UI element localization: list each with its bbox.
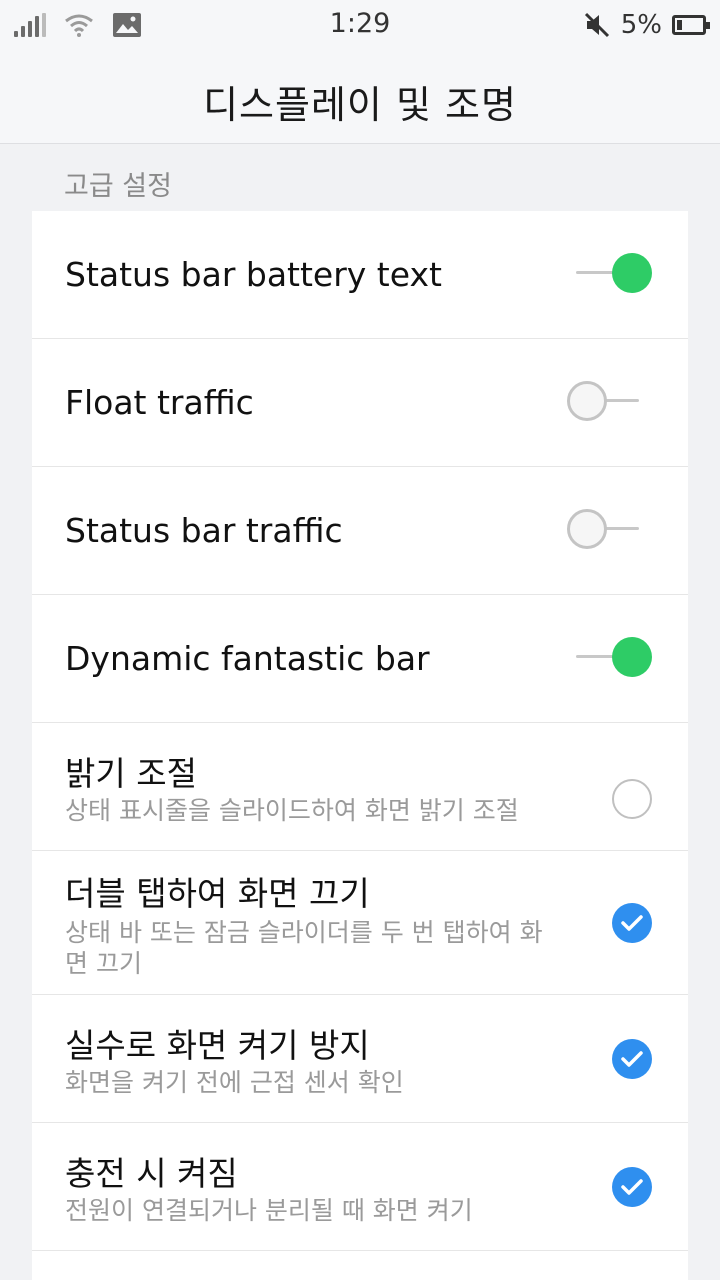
setting-subtitle: 상태 표시줄을 슬라이드하여 화면 밝기 조절: [65, 796, 519, 825]
setting-subtitle: 상태 바 또는 잠금 슬라이더를 두 번 탭하여 화면 끄기: [65, 918, 543, 978]
setting-title: 더블 탭하여 화면 끄기: [65, 874, 370, 913]
setting-title: 밝기 조절: [65, 754, 197, 793]
setting-status-bar-battery-text[interactable]: Status bar battery text: [32, 211, 688, 339]
setting-double-tap-screen-off[interactable]: 더블 탭하여 화면 끄기 상태 바 또는 잠금 슬라이더를 두 번 탭하여 화면…: [32, 851, 688, 995]
toggle-switch[interactable]: [567, 379, 647, 423]
battery-percent: 5%: [620, 10, 662, 40]
setting-dynamic-fantastic-bar[interactable]: Dynamic fantastic bar: [32, 595, 688, 723]
status-bar: 1:29 5%: [0, 0, 720, 52]
checkbox[interactable]: [612, 779, 652, 819]
mute-icon: [584, 12, 609, 38]
title-bar: 디스플레이 및 조명: [0, 52, 720, 144]
checkmark-icon: [621, 1051, 643, 1067]
settings-list: Status bar battery text Float traffic St…: [32, 211, 688, 1280]
setting-brightness-adjust[interactable]: 밝기 조절 상태 표시줄을 슬라이드하여 화면 밝기 조절: [32, 723, 688, 851]
setting-subtitle: 전원이 연결되거나 분리될 때 화면 켜기: [65, 1196, 473, 1225]
checkmark-icon: [621, 1179, 643, 1195]
checkmark-icon: [621, 915, 643, 931]
toggle-switch[interactable]: [572, 251, 652, 295]
setting-title: 실수로 화면 켜기 방지: [65, 1026, 370, 1065]
checkbox[interactable]: [612, 1039, 652, 1079]
setting-prevent-accidental-wake[interactable]: 실수로 화면 켜기 방지 화면을 켜기 전에 근접 센서 확인: [32, 995, 688, 1123]
setting-title: Status bar traffic: [65, 511, 343, 550]
setting-title: Status bar battery text: [65, 255, 442, 294]
setting-title: Dynamic fantastic bar: [65, 639, 430, 678]
setting-title: 충전 시 켜짐: [65, 1154, 238, 1193]
section-label: 고급 설정: [64, 171, 172, 202]
setting-float-traffic[interactable]: Float traffic: [32, 339, 688, 467]
checkbox[interactable]: [612, 903, 652, 943]
setting-wake-on-charge[interactable]: 충전 시 켜짐 전원이 연결되거나 분리될 때 화면 켜기: [32, 1123, 688, 1251]
checkbox[interactable]: [612, 1167, 652, 1207]
page-title: 디스플레이 및 조명: [203, 83, 517, 127]
status-icons-right: 5%: [583, 10, 710, 40]
toggle-switch[interactable]: [572, 635, 652, 679]
setting-status-bar-traffic[interactable]: Status bar traffic: [32, 467, 688, 595]
toggle-switch[interactable]: [567, 507, 647, 551]
battery-icon: [672, 15, 710, 35]
setting-title: Float traffic: [65, 383, 254, 422]
setting-subtitle: 화면을 켜기 전에 근접 센서 확인: [65, 1068, 404, 1097]
